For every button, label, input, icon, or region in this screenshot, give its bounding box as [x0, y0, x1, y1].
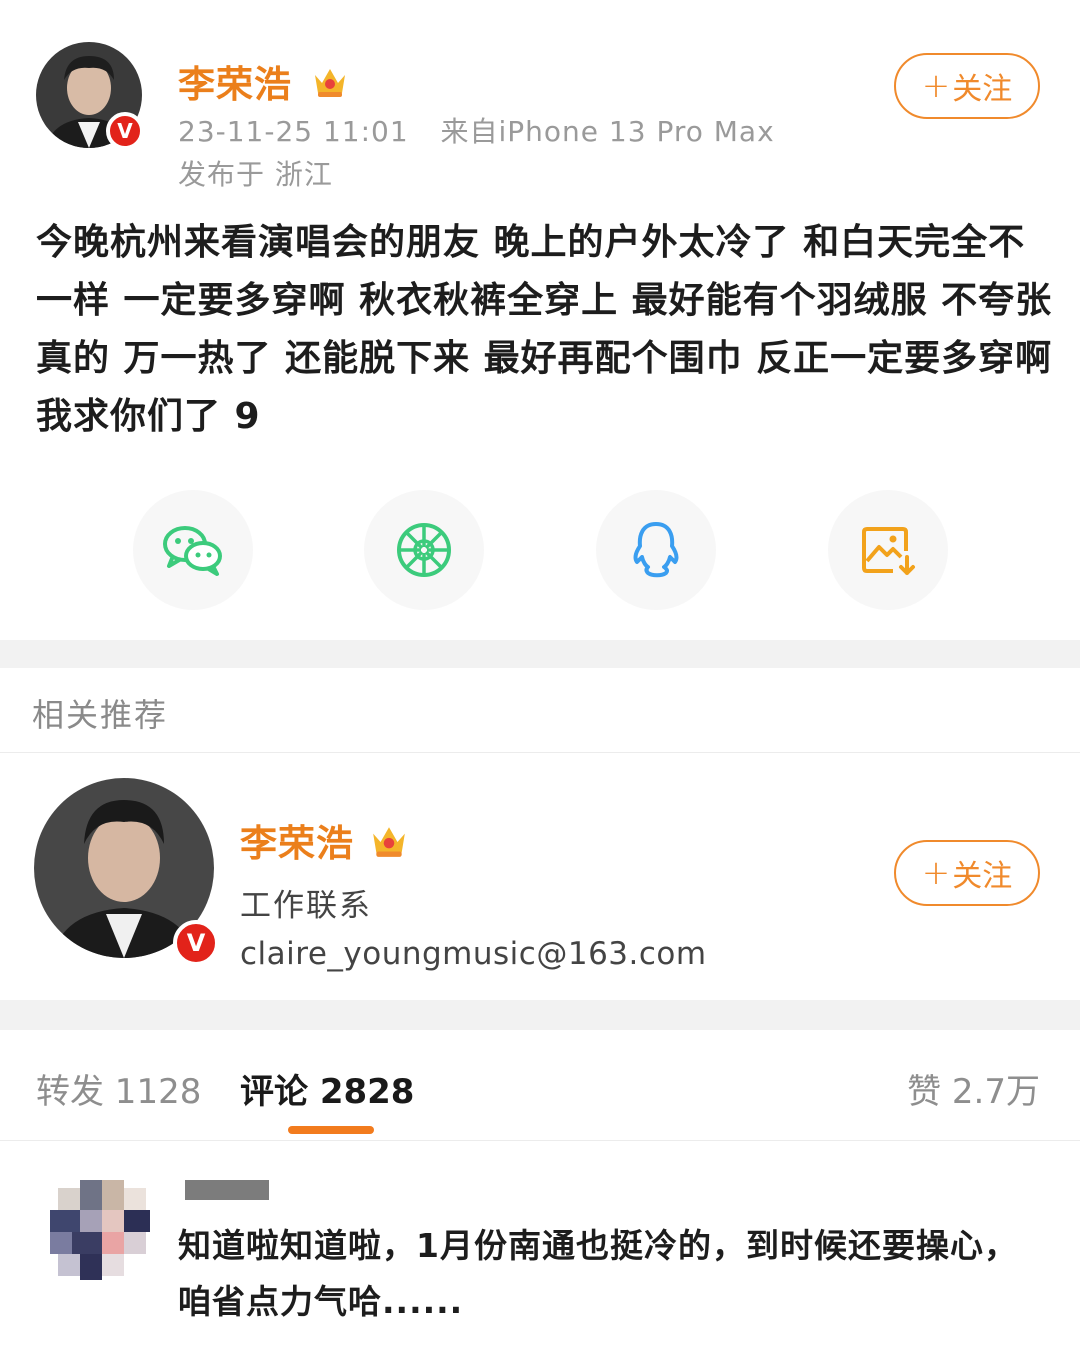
divider [0, 752, 1080, 753]
comment-text: 知道啦知道啦，1月份南通也挺冷的，到时候还要操心，咱省点力气哈...... [178, 1226, 1018, 1321]
weibo-post: V 李荣浩 23-11-25 11:01 来自iPhone 13 Pro Max… [0, 0, 1080, 640]
share-row [0, 490, 1080, 610]
divider [0, 1140, 1080, 1141]
verified-badge-icon: V [106, 112, 144, 150]
tab-repost[interactable]: 转发 1128 [36, 1064, 201, 1113]
share-wechat-button[interactable] [133, 490, 253, 610]
share-moments-button[interactable] [364, 490, 484, 610]
author-name-text: 李荣浩 [178, 63, 292, 106]
post-body-text: 今晚杭州来看演唱会的朋友 晚上的户外太冷了 和白天完全不一样 一定要多穿啊 秋衣… [36, 222, 1053, 437]
interaction-tabs: 转发 1128 评论 2828 赞 2.7万 [0, 1030, 1080, 1140]
recommend-follow-button[interactable]: + 关注 [894, 840, 1040, 906]
crown-icon [312, 65, 348, 108]
author-name[interactable]: 李荣浩 [178, 54, 348, 108]
section-gap [0, 640, 1080, 668]
share-qq-button[interactable] [596, 490, 716, 610]
post-timestamp: 23-11-25 11:01 [178, 115, 409, 148]
recommend-email: claire_youngmusic@163.com [240, 936, 707, 972]
plus-icon: + [921, 66, 951, 106]
follow-label: 关注 [952, 72, 1013, 107]
commenter-avatar[interactable] [50, 1180, 150, 1280]
recommend-name-text: 李荣浩 [240, 822, 354, 865]
comment-item: 知道啦知道啦，1月份南通也挺冷的，到时候还要操心，咱省点力气哈...... [0, 1142, 1080, 1351]
post-source: 来自iPhone 13 Pro Max [440, 115, 775, 148]
tab-comments[interactable]: 评论 2828 [240, 1064, 414, 1113]
moments-icon [397, 523, 451, 577]
follow-button[interactable]: + 关注 [894, 53, 1040, 119]
active-tab-indicator [288, 1126, 374, 1134]
save-image-icon [862, 527, 915, 575]
recommend-name[interactable]: 李荣浩 [240, 813, 408, 868]
verified-badge-icon: V [173, 920, 219, 966]
tab-likes[interactable]: 赞 2.7万 [907, 1064, 1040, 1113]
save-image-button[interactable] [828, 490, 948, 610]
post-meta: 23-11-25 11:01 来自iPhone 13 Pro Max [178, 110, 775, 150]
section-gap [0, 1000, 1080, 1030]
post-location: 发布于 浙江 [178, 158, 333, 191]
related-recommend-title: 相关推荐 [32, 696, 169, 734]
plus-icon: + [921, 853, 951, 893]
wechat-icon [163, 526, 222, 576]
crown-icon [370, 823, 408, 868]
follow-label: 关注 [952, 859, 1013, 894]
recommend-subtitle: 工作联系 [240, 888, 372, 924]
qq-icon [633, 522, 679, 578]
commenter-name-redacted [185, 1180, 269, 1200]
